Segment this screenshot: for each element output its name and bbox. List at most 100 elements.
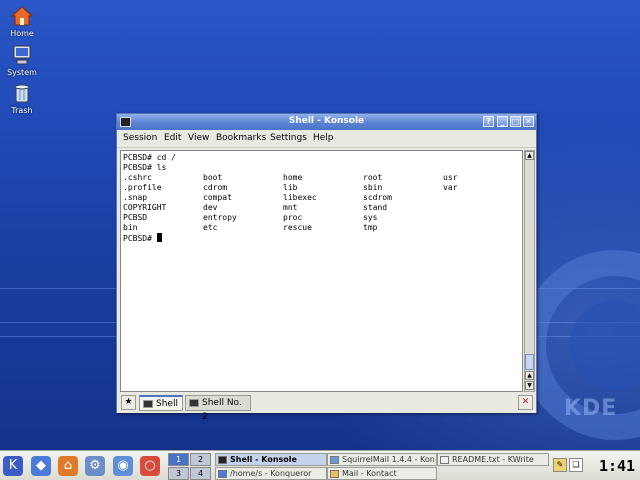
ls-entry: var <box>443 183 458 192</box>
menu-session[interactable]: Session <box>123 133 157 143</box>
task-konqueror[interactable]: /home/s - Konqueror <box>215 467 327 480</box>
tab-label: Shell No. 2 <box>202 398 242 422</box>
konqueror-icon[interactable]: ⚙ <box>85 456 105 476</box>
trash-icon <box>14 84 30 103</box>
browser-icon <box>330 456 339 464</box>
scroll-up-arrow-icon[interactable]: ▲ <box>525 371 534 380</box>
ls-entry: tmp <box>363 223 378 232</box>
ls-entry: .snap <box>123 193 148 202</box>
ls-entry: libexec <box>283 193 317 202</box>
pager-desktop-3[interactable]: 3 <box>168 467 189 480</box>
ls-entry: lib <box>283 183 298 192</box>
ls-entry: sys <box>363 213 378 222</box>
ls-entry: stand <box>363 203 388 212</box>
ls-entry: usr <box>443 173 458 182</box>
terminal-line: PCBSD# ls <box>123 163 167 172</box>
task-kwrite[interactable]: README.txt - KWrite <box>437 453 549 466</box>
desktop: KDE Home System Trash Shell - Konsole ? <box>0 0 640 450</box>
task-label: SquirrelMail 1.4.4 - Kon <box>342 455 435 464</box>
ls-entry: rescue <box>283 223 312 232</box>
kmenu-icon[interactable]: K <box>3 456 23 476</box>
ls-entry: .cshrc <box>123 173 152 182</box>
ls-entry: sbin <box>363 183 383 192</box>
ls-entry: dev <box>203 203 218 212</box>
task-label: README.txt - KWrite <box>452 455 534 464</box>
terminal-line: PCBSD# cd / <box>123 153 176 162</box>
clock[interactable]: 1:41 <box>597 455 637 477</box>
terminal-cursor <box>156 233 162 242</box>
session-tabbar: ★ Shell Shell No. 2 ✕ <box>117 393 536 422</box>
vertical-scrollbar[interactable]: ▲ ▲ ▼ <box>524 150 535 392</box>
text-editor-icon <box>440 456 449 464</box>
tab-label: Shell <box>156 399 178 409</box>
menu-view[interactable]: View <box>188 133 209 143</box>
menu-bookmarks[interactable]: Bookmarks <box>216 133 266 143</box>
menubar: Session Edit View Bookmarks Settings Hel… <box>117 130 536 148</box>
ls-entry: boot <box>203 173 223 182</box>
desktop-icon-label: Trash <box>11 106 33 115</box>
ls-entry: etc <box>203 223 218 232</box>
menu-edit[interactable]: Edit <box>164 133 181 143</box>
kde-watermark: KDE <box>564 396 618 421</box>
task-label: Shell - Konsole <box>230 455 297 464</box>
browser-icon[interactable]: ◉ <box>113 456 133 476</box>
desktop-icon-label: Home <box>10 29 34 38</box>
home-icon <box>11 6 33 26</box>
pager-desktop-4[interactable]: 4 <box>190 467 211 480</box>
scroll-down-arrow-icon[interactable]: ▼ <box>525 381 534 390</box>
show-desktop-icon[interactable]: ◆ <box>31 456 51 476</box>
minimize-button[interactable]: _ <box>497 116 508 127</box>
taskbar: K ◆ ⌂ ⚙ ◉ ○ 1 2 3 4 Shell - Konsole Squi… <box>0 450 640 480</box>
menu-help[interactable]: Help <box>313 133 334 143</box>
ls-entry: entropy <box>203 213 237 222</box>
tray-klipper-icon[interactable]: ❏ <box>569 458 583 472</box>
task-label: /home/s - Konqueror <box>230 469 312 478</box>
terminal-prompt: PCBSD# <box>123 234 157 243</box>
scroll-up-arrow-icon[interactable]: ▲ <box>525 151 534 160</box>
pager-desktop-1[interactable]: 1 <box>168 453 189 466</box>
task-kontact[interactable]: Mail - Kontact <box>327 467 437 480</box>
ls-entry: cdrom <box>203 183 228 192</box>
task-squirrelmail[interactable]: SquirrelMail 1.4.4 - Kon <box>327 453 437 466</box>
konsole-window: Shell - Konsole ? _ □ ✕ Session Edit Vie… <box>116 113 537 422</box>
menu-settings[interactable]: Settings <box>270 133 307 143</box>
scroll-thumb[interactable] <box>525 354 534 370</box>
tab-shell-no-2[interactable]: Shell No. 2 <box>185 395 251 422</box>
ls-entry: proc <box>283 213 303 222</box>
desktop-icon-home[interactable]: Home <box>0 5 44 38</box>
tab-shell[interactable]: Shell <box>139 395 183 411</box>
window-title: Shell - Konsole <box>288 116 365 126</box>
terminal-icon <box>189 399 199 407</box>
ls-entry: compat <box>203 193 232 202</box>
help-lifebuoy-icon[interactable]: ○ <box>140 456 160 476</box>
window-titlebar[interactable]: Shell - Konsole ? _ □ ✕ <box>117 114 536 130</box>
ls-entry: .profile <box>123 183 162 192</box>
terminal-icon <box>218 456 227 464</box>
ls-entry: mnt <box>283 203 298 212</box>
close-button[interactable]: ✕ <box>523 116 534 127</box>
ls-entry: home <box>283 173 303 182</box>
task-label: Mail - Kontact <box>342 469 397 478</box>
ls-entry: scdrom <box>363 193 392 202</box>
home-icon[interactable]: ⌂ <box>58 456 78 476</box>
ls-entry: root <box>363 173 383 182</box>
maximize-button[interactable]: □ <box>510 116 521 127</box>
help-button[interactable]: ? <box>483 116 494 127</box>
terminal-prompt-line: PCBSD# <box>123 233 162 243</box>
new-session-icon[interactable]: ★ <box>121 395 136 410</box>
folder-icon <box>218 470 227 478</box>
task-konsole[interactable]: Shell - Konsole <box>215 453 327 466</box>
computer-icon <box>13 45 31 65</box>
mail-icon <box>330 470 339 478</box>
desktop-icon-system[interactable]: System <box>0 44 44 77</box>
ls-entry: COPYRIGHT <box>123 203 167 212</box>
terminal-icon <box>143 400 153 408</box>
terminal-area[interactable]: PCBSD# cd / PCBSD# ls .cshrc boot home r… <box>120 150 523 392</box>
ls-entry: PCBSD <box>123 213 148 222</box>
ls-entry: bin <box>123 223 138 232</box>
desktop-icon-label: System <box>7 68 37 77</box>
pager-desktop-2[interactable]: 2 <box>190 453 211 466</box>
close-session-icon[interactable]: ✕ <box>518 395 533 410</box>
desktop-icon-trash[interactable]: Trash <box>0 82 44 115</box>
tray-notes-icon[interactable]: ✎ <box>553 458 567 472</box>
